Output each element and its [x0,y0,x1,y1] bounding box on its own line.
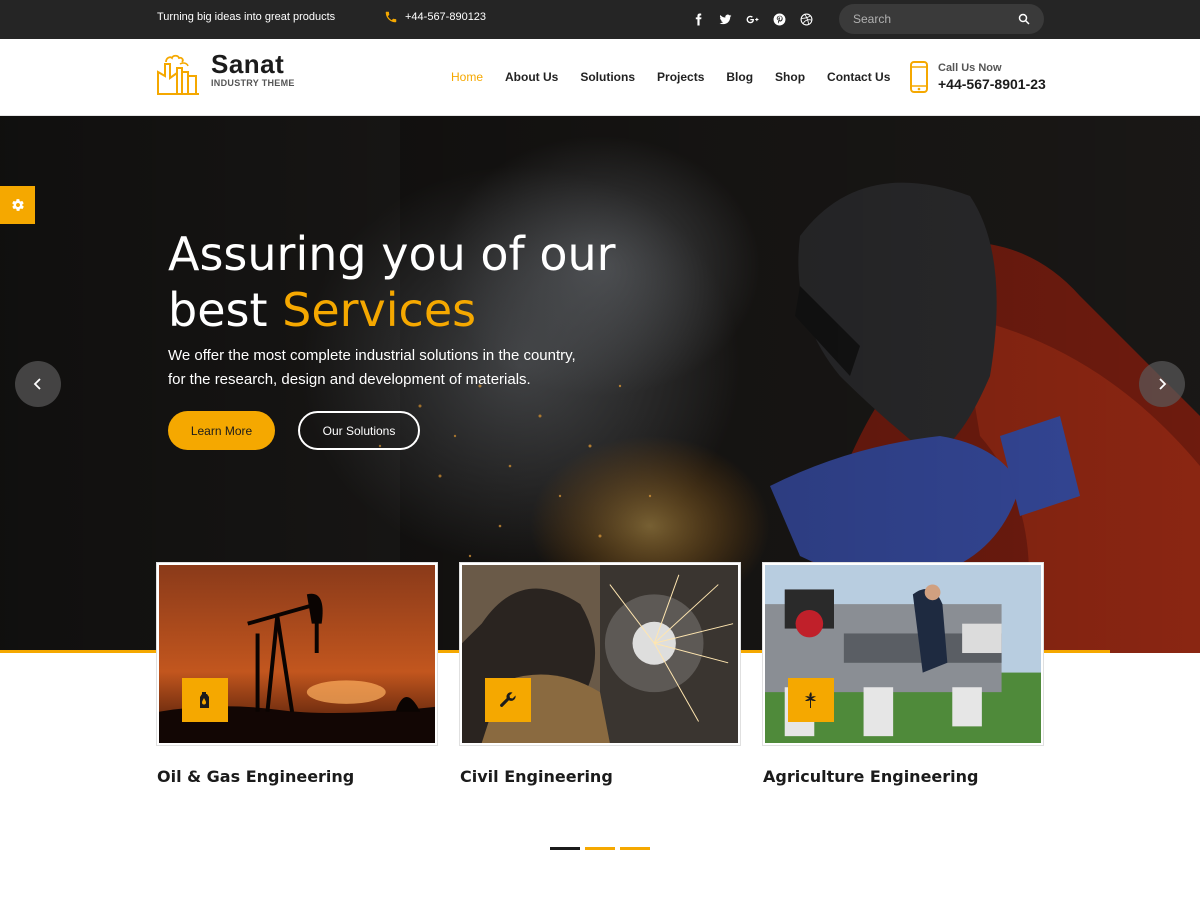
slider-prev-button[interactable] [15,361,61,407]
carousel-pagination [550,847,650,850]
nav-projects[interactable]: Projects [646,70,715,84]
phone-icon [385,11,397,23]
call-us-label: Call Us Now [938,62,1002,74]
carousel-dot-3[interactable] [620,847,650,850]
leaf-icon [805,692,816,708]
settings-toggle[interactable] [0,186,35,224]
chevron-left-icon [33,378,41,390]
top-phone-number: +44-567-890123 [405,11,487,23]
brand-name: Sanat [211,49,285,79]
slider-next-button[interactable] [1139,361,1185,407]
service-card-agriculture[interactable]: Agriculture Engineering [763,563,1043,786]
top-bar: Turning big ideas into great products +4… [0,0,1200,39]
hero-description: We offer the most complete industrial so… [168,344,618,392]
wrench-icon [500,692,516,707]
service-card-civil[interactable]: Civil Engineering [460,563,740,786]
nav-home[interactable]: Home [440,70,494,84]
hero-heading-accent: Services [282,283,477,337]
pinterest-icon[interactable] [771,11,787,27]
service-card-oil-gas[interactable]: Oil & Gas Engineering [157,563,437,786]
call-us-number: +44-567-8901-23 [938,76,1046,92]
call-us[interactable]: Call Us Now +44-567-8901-23 [910,61,1046,93]
service-image-agriculture[interactable] [763,563,1043,745]
service-badge-oil-gas [182,678,228,722]
dribbble-icon[interactable] [798,11,814,27]
main-header: Sanat INDUSTRY THEME Home About Us Solut… [0,39,1200,116]
hero-description-line2: for the research, design and development… [168,371,531,388]
factory-logo-icon [157,54,199,95]
twitter-icon[interactable] [717,11,733,27]
carousel-dot-2[interactable] [585,847,615,850]
site-logo[interactable]: Sanat INDUSTRY THEME [155,50,295,98]
fuel-can-icon [200,692,209,708]
google-plus-icon[interactable] [744,11,760,27]
hero-description-line1: We offer the most complete industrial so… [168,347,576,364]
service-image-oil-gas[interactable] [157,563,437,745]
search-icon[interactable] [1018,13,1030,25]
learn-more-button[interactable]: Learn More [168,411,275,450]
top-phone[interactable]: +44-567-890123 [384,10,486,24]
service-title-agriculture[interactable]: Agriculture Engineering [763,767,1043,786]
nav-about-us[interactable]: About Us [494,70,569,84]
brand-tagline: INDUSTRY THEME [211,78,295,88]
chevron-right-icon [1159,378,1167,390]
service-title-oil-gas[interactable]: Oil & Gas Engineering [157,767,437,786]
social-links [690,11,814,27]
main-nav: Home About Us Solutions Projects Blog Sh… [440,70,901,84]
tagline: Turning big ideas into great products [157,11,336,23]
search-input[interactable] [853,12,1018,26]
nav-blog[interactable]: Blog [715,70,764,84]
service-badge-civil [485,678,531,722]
nav-contact-us[interactable]: Contact Us [816,70,901,84]
nav-solutions[interactable]: Solutions [569,70,646,84]
hero-heading: Assuring you of our best Services [168,226,616,338]
hero-heading-line1: Assuring you of our [168,227,616,281]
gear-icon [11,199,24,211]
hero-heading-line2: best [168,283,283,337]
facebook-icon[interactable] [690,11,706,27]
carousel-dot-1[interactable] [550,847,580,850]
our-solutions-button[interactable]: Our Solutions [298,411,420,450]
service-image-civil[interactable] [460,563,740,745]
service-title-civil[interactable]: Civil Engineering [460,767,740,786]
search-box[interactable] [839,4,1044,34]
mobile-phone-icon [910,61,928,93]
nav-shop[interactable]: Shop [764,70,816,84]
service-badge-agriculture [788,678,834,722]
